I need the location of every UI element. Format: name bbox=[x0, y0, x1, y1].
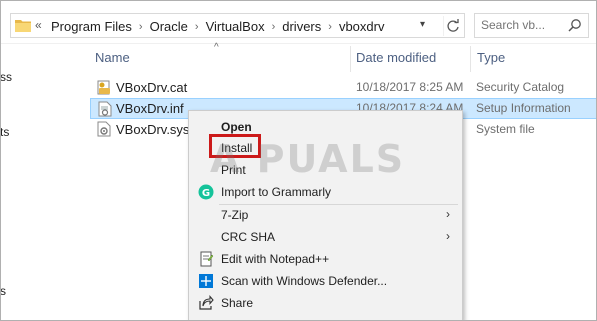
menu-item-label: Open bbox=[221, 120, 252, 134]
explorer-toolbar: « Program Files › Oracle › VirtualBox › … bbox=[0, 0, 597, 44]
menu-item-label: Import to Grammarly bbox=[221, 185, 332, 199]
share-icon bbox=[199, 295, 214, 310]
menu-item-label: CRC SHA bbox=[221, 230, 276, 244]
search-input[interactable] bbox=[481, 18, 561, 32]
column-header-date-modified[interactable]: Date modified bbox=[356, 50, 436, 65]
nav-pane-item[interactable]: ss bbox=[0, 70, 12, 84]
breadcrumb-drivers[interactable]: drivers bbox=[282, 19, 321, 34]
setup-info-icon bbox=[98, 101, 112, 117]
system-file-icon bbox=[97, 121, 111, 137]
address-bar[interactable]: « Program Files › Oracle › VirtualBox › … bbox=[10, 13, 465, 38]
column-header-name[interactable]: Name bbox=[95, 50, 130, 65]
nav-pane-item[interactable]: s bbox=[0, 284, 6, 298]
column-header-type[interactable]: Type bbox=[477, 50, 505, 65]
nav-pane-item[interactable]: ts bbox=[0, 125, 9, 139]
breadcrumb-virtualbox[interactable]: VirtualBox bbox=[206, 19, 265, 34]
catalog-icon bbox=[97, 80, 110, 95]
menu-item-label: Scan with Windows Defender... bbox=[221, 274, 388, 288]
submenu-arrow-icon: › bbox=[446, 229, 450, 243]
windows-defender-icon bbox=[199, 274, 213, 288]
file-name: VBoxDrv.inf bbox=[116, 101, 184, 116]
grammarly-icon: G bbox=[198, 184, 214, 200]
back-history-chevron[interactable]: « bbox=[35, 18, 42, 32]
column-divider[interactable] bbox=[350, 46, 351, 72]
menu-item-label: Edit with Notepad++ bbox=[221, 252, 330, 266]
file-type: Setup Information bbox=[476, 101, 571, 115]
menu-item-label: Share bbox=[221, 296, 254, 310]
breadcrumb: Program Files › Oracle › VirtualBox › dr… bbox=[51, 19, 384, 34]
column-divider[interactable] bbox=[470, 46, 471, 72]
menu-item-label: 7-Zip bbox=[221, 208, 249, 222]
file-name: VBoxDrv.sys bbox=[116, 122, 190, 137]
breadcrumb-separator[interactable]: › bbox=[139, 21, 143, 33]
search-icon[interactable] bbox=[568, 18, 582, 32]
menu-item-scan-with-windows-defender[interactable]: Scan with Windows Defender... bbox=[189, 270, 462, 292]
file-type: System file bbox=[476, 122, 535, 136]
refresh-icon[interactable] bbox=[443, 16, 463, 36]
breadcrumb-separator[interactable]: › bbox=[328, 21, 332, 33]
folder-icon bbox=[15, 20, 31, 32]
file-name: VBoxDrv.cat bbox=[116, 80, 188, 95]
file-date: 10/18/2017 8:25 AM bbox=[356, 80, 464, 94]
file-type: Security Catalog bbox=[476, 80, 565, 94]
breadcrumb-separator[interactable]: › bbox=[195, 21, 199, 33]
breadcrumb-vboxdrv[interactable]: vboxdrv bbox=[339, 19, 385, 34]
notepadpp-icon bbox=[200, 251, 214, 267]
menu-item-7-zip[interactable]: 7-Zip › bbox=[189, 204, 462, 226]
search-box[interactable] bbox=[474, 13, 589, 38]
menu-item-share[interactable]: Share bbox=[189, 292, 462, 314]
sort-ascending-icon: ^ bbox=[214, 42, 219, 53]
submenu-arrow-icon: › bbox=[446, 207, 450, 221]
watermark-logo: A PUALS bbox=[210, 137, 406, 181]
breadcrumb-oracle[interactable]: Oracle bbox=[150, 19, 188, 34]
file-row[interactable]: VBoxDrv.cat 10/18/2017 8:25 AM Security … bbox=[90, 77, 597, 98]
menu-item-crc-sha[interactable]: CRC SHA › bbox=[189, 226, 462, 248]
breadcrumb-program-files[interactable]: Program Files bbox=[51, 19, 132, 34]
address-dropdown-chevron-icon[interactable]: ▾ bbox=[420, 19, 425, 30]
menu-item-import-to-grammarly[interactable]: G Import to Grammarly bbox=[189, 181, 462, 203]
breadcrumb-separator[interactable]: › bbox=[272, 21, 276, 33]
svg-text:G: G bbox=[202, 188, 210, 199]
menu-item-edit-with-notepadpp[interactable]: Edit with Notepad++ bbox=[189, 248, 462, 270]
